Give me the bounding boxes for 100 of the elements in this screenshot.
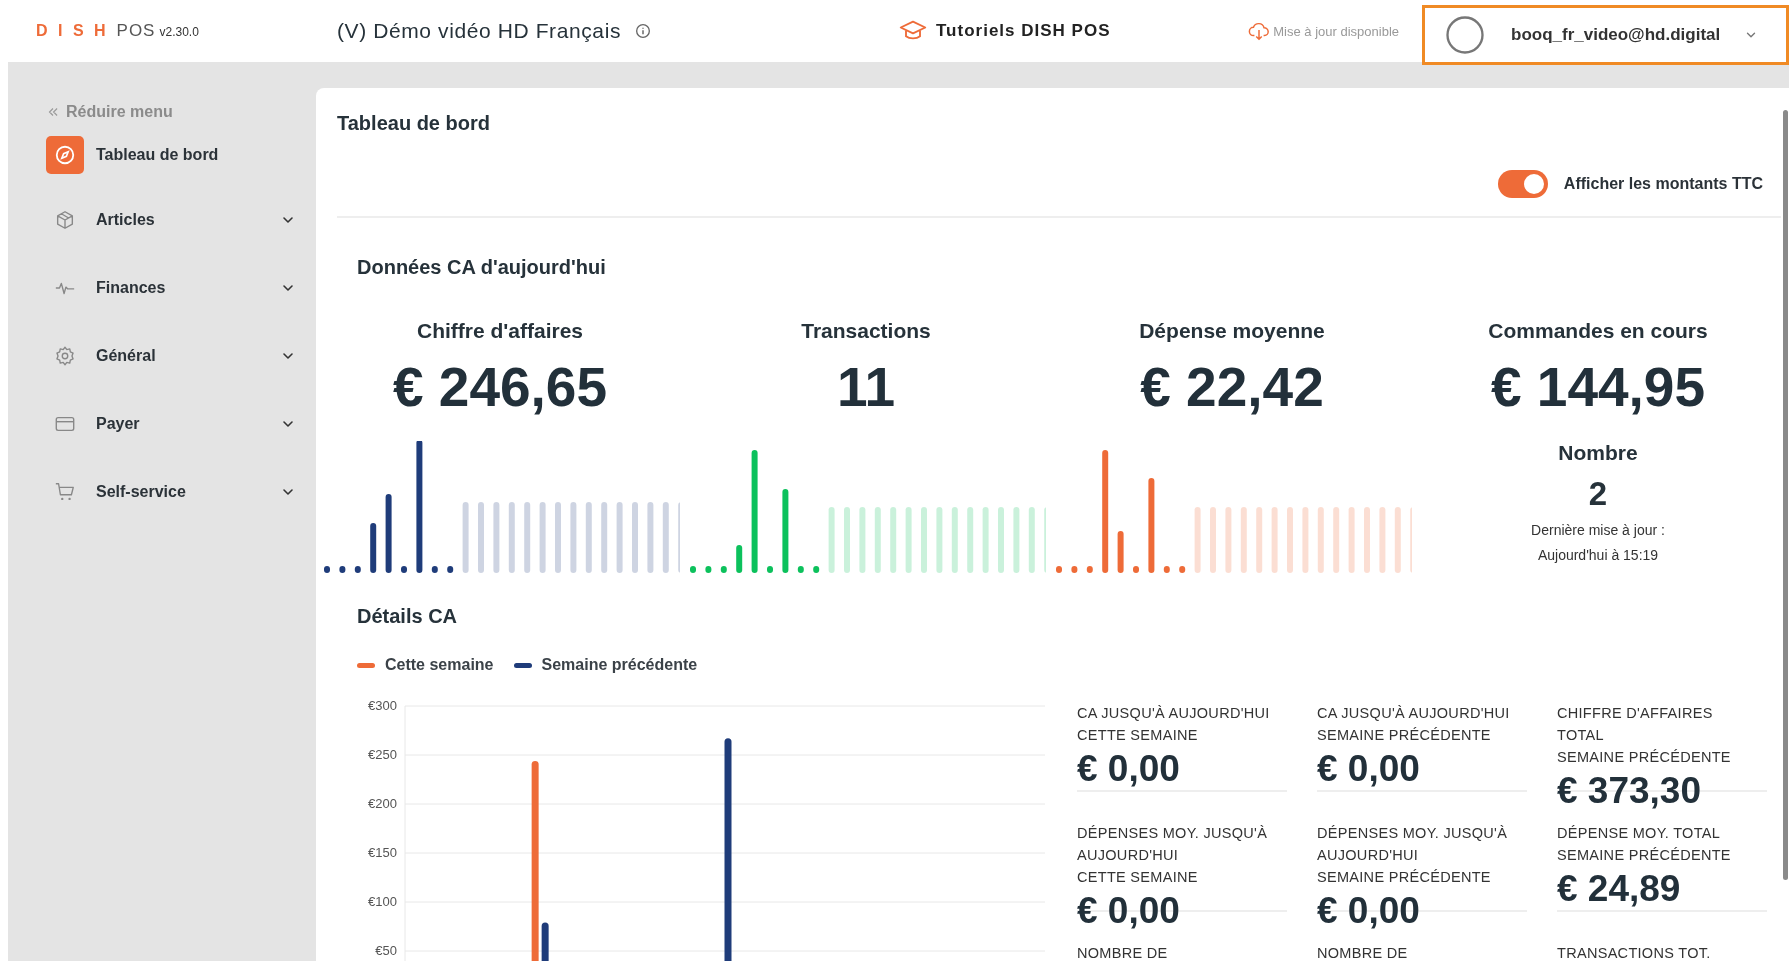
metric-label: TRANSACTIONS TOT. <box>1557 944 1712 961</box>
compass-icon <box>54 144 76 166</box>
site-title: (V) Démo vidéo HD Français <box>337 19 621 43</box>
box-icon <box>54 209 76 231</box>
sparkline-bar <box>678 502 680 573</box>
sparkline-bar <box>647 502 654 573</box>
stat-label: Dépense moyenne <box>1139 319 1325 343</box>
tutorials-link[interactable]: Tutoriels DISH POS <box>899 17 1111 45</box>
info-icon <box>635 23 651 39</box>
stat-value: 11 <box>836 355 896 419</box>
metric-label: DÉPENSE MOY. TOTAL SEMAINE PRÉCÉDENTE <box>1557 824 1732 865</box>
sparkline-bar <box>662 502 669 573</box>
stat-label: Chiffre d'affaires <box>417 319 583 343</box>
update-time: Aujourd'hui à 15:19 <box>1537 547 1659 563</box>
legend-label: Cette semaine <box>385 656 494 674</box>
sparkline-bar <box>982 507 989 573</box>
chart-bar <box>541 922 549 961</box>
sparkline-bar <box>478 502 484 573</box>
sparkline-bar <box>1302 507 1309 573</box>
legend-swatch <box>513 662 532 668</box>
sparkline-bar <box>524 502 531 573</box>
sparkline-bar <box>1194 507 1201 573</box>
sparkline-bar <box>539 502 546 573</box>
sparkline-bar <box>998 507 1004 573</box>
sparkline-bar <box>555 502 561 573</box>
metric-value: € 0,00 <box>1317 890 1421 932</box>
axis-tick-label: €250 <box>368 747 397 762</box>
double-chevron-left-icon <box>46 105 60 119</box>
sparkline-bar <box>905 507 912 573</box>
sparkline-bar <box>1317 507 1324 573</box>
sparkline-bar <box>1410 507 1412 573</box>
section-title: Données CA d'aujourd'hui <box>357 256 607 279</box>
sparkline-bar <box>1348 507 1355 573</box>
metric-value: € 24,89 <box>1557 868 1682 910</box>
toggle-label: Afficher les montants TTC <box>1563 175 1763 193</box>
sparkline-bar <box>570 502 577 573</box>
page-title: Tableau de bord <box>337 112 491 136</box>
sparkline-bar <box>1364 507 1370 573</box>
axis-tick-label: €200 <box>368 796 397 811</box>
nav-item[interactable]: Self-service <box>46 458 296 526</box>
metric-value: € 0,00 <box>1077 890 1181 932</box>
sparkline-bar <box>1379 507 1386 573</box>
sparkline-bar <box>1240 507 1247 573</box>
nav-item[interactable]: Payer <box>46 390 296 458</box>
update-note: Dernière mise à jour : <box>1531 522 1665 538</box>
version-label: v2.30.0 <box>159 25 199 39</box>
scrollbar[interactable] <box>1783 110 1788 880</box>
sparkline-bar <box>874 507 881 573</box>
nav-item[interactable]: Articles <box>46 186 296 254</box>
stat-value: € 246,65 <box>392 355 608 419</box>
nav-item[interactable]: Général <box>46 322 296 390</box>
sparkline-bar <box>1394 507 1401 573</box>
user-menu[interactable]: booq_fr_video@hd.digital <box>1422 5 1789 65</box>
metric-label: NOMBRE DE <box>1077 944 1169 961</box>
sparkline-bar <box>601 502 608 573</box>
metric-value: € 0,00 <box>1317 748 1421 790</box>
sparkline-bar <box>1225 507 1232 573</box>
metric-label: DÉPENSES MOY. JUSQU'À AUJOURD'HUI SEMAINE PRÉCÉDENTE <box>1317 824 1509 887</box>
sparkline-bar <box>632 502 638 573</box>
metric-label: CHIFFRE D'AFFAIRES TOTAL SEMAINE PRÉCÉDENTE <box>1557 704 1732 767</box>
metric-label: CA JUSQU'À AUJOURD'HUI SEMAINE PRÉCÉDENTE <box>1317 704 1511 745</box>
sparkline-bar <box>844 507 850 573</box>
product-name: POS <box>116 21 156 41</box>
count-label: Nombre <box>1558 441 1638 465</box>
sparkline-bar <box>1028 507 1035 573</box>
sparkline-bar <box>951 507 958 573</box>
sparkline-bar <box>508 502 515 573</box>
stat-label: Transactions <box>801 319 931 343</box>
axis-tick-label: €150 <box>368 845 397 860</box>
metric-value: € 373,30 <box>1557 770 1703 812</box>
sparkline-bar <box>1013 507 1020 573</box>
legend-label: Semaine précédente <box>541 656 698 674</box>
brand-logo: D I S H <box>36 22 109 40</box>
sparkline-bar <box>616 502 623 573</box>
metric-value: € 0,00 <box>1077 748 1181 790</box>
nav-item[interactable]: Finances <box>46 254 296 322</box>
sparkline-bar <box>828 507 835 573</box>
stat-value: € 22,42 <box>1140 355 1324 419</box>
sparkline-bar <box>462 502 469 573</box>
sparkline-bar <box>1333 507 1340 573</box>
axis-tick-label: €300 <box>368 698 397 713</box>
toggle-switch[interactable] <box>1497 170 1548 198</box>
sparkline-bar <box>936 507 943 573</box>
sparkline-bar <box>1287 507 1293 573</box>
cloud-download-icon <box>1248 20 1271 42</box>
metric-label: CA JUSQU'À AUJOURD'HUI CETTE SEMAINE <box>1077 704 1271 745</box>
sparkline-bar <box>1210 507 1216 573</box>
section-title: Détails CA <box>357 605 459 628</box>
nav-item[interactable]: Tableau de bord <box>46 134 296 176</box>
sparkline-bar <box>1044 507 1046 573</box>
stat-label: Commandes en cours <box>1488 319 1708 343</box>
sparkline-bar <box>493 502 500 573</box>
count-value: 2 <box>1588 475 1608 513</box>
cart-icon <box>54 481 76 503</box>
metric-label: DÉPENSES MOY. JUSQU'À AUJOURD'HUI CETTE SEMAINE <box>1077 824 1269 887</box>
axis-tick-label: €50 <box>375 943 397 958</box>
axis-tick-label: €100 <box>368 894 397 909</box>
sparkline-bar <box>1256 507 1263 573</box>
stat-value: € 144,95 <box>1490 355 1706 419</box>
sparkline-bar <box>1271 507 1278 573</box>
